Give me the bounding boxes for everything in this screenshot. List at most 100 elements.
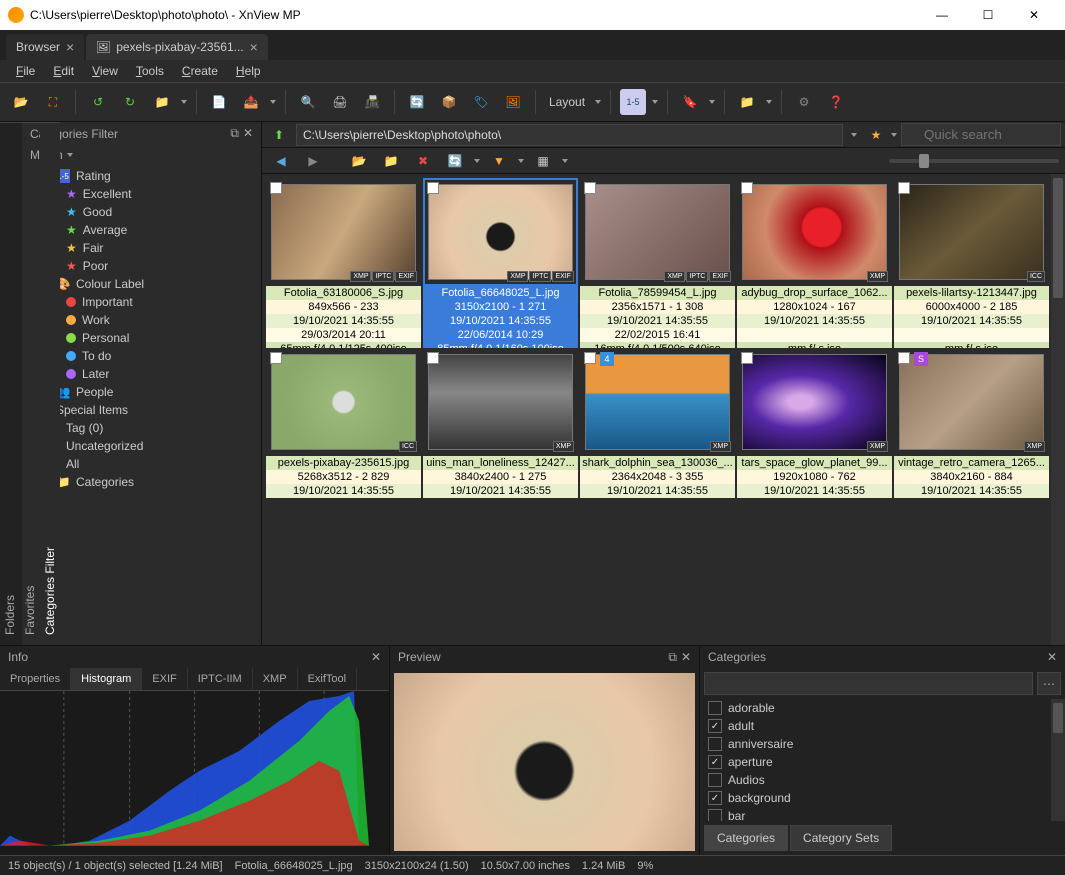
rotate-cw-button[interactable]: ↻ <box>117 89 143 115</box>
thumb-checkbox[interactable] <box>741 182 753 194</box>
binoculars-icon[interactable]: 🔍 <box>295 89 321 115</box>
zoom-slider[interactable] <box>889 159 1059 163</box>
help-button[interactable]: ❓ <box>823 89 849 115</box>
category-item[interactable]: Audios <box>704 771 1061 789</box>
layout-label[interactable]: Layout <box>545 95 589 109</box>
thumb-checkbox[interactable] <box>898 182 910 194</box>
thumbnail-card[interactable]: 4XMPshark_dolphin_sea_130036_...2364x204… <box>580 348 735 498</box>
category-checkbox[interactable] <box>708 773 722 787</box>
category-item[interactable]: adorable <box>704 699 1061 717</box>
chevron-down-icon[interactable] <box>270 100 276 104</box>
thumb-checkbox[interactable] <box>427 352 439 364</box>
folder-button[interactable]: 📁 <box>734 89 760 115</box>
chevron-down-icon[interactable] <box>709 100 715 104</box>
category-search[interactable] <box>704 672 1033 695</box>
search-input[interactable] <box>901 123 1061 146</box>
category-checkbox[interactable]: ✓ <box>708 755 722 769</box>
category-item[interactable]: bar <box>704 807 1061 821</box>
folder-new-button[interactable]: 📁 <box>378 148 404 174</box>
image-button[interactable]: 🖼 <box>500 89 526 115</box>
thumbnail-image[interactable] <box>428 354 573 450</box>
list-button[interactable]: 1-5 <box>620 89 646 115</box>
more-button[interactable]: ⋯ <box>1037 672 1061 695</box>
chevron-down-icon[interactable] <box>891 133 897 137</box>
rail-categories-filter[interactable]: Categories Filter <box>40 122 60 645</box>
path-input[interactable] <box>296 124 843 146</box>
thumbnail-image[interactable] <box>428 184 573 280</box>
thumbnail-card[interactable]: XMPIPTCEXIFFotolia_66648025_L.jpg3150x21… <box>423 178 578 356</box>
menu-tools[interactable]: Tools <box>128 62 172 80</box>
thumbnail-card[interactable]: XMPIPTCEXIFFotolia_78599454_L.jpg2356x15… <box>580 178 735 356</box>
chevron-down-icon[interactable] <box>595 100 601 104</box>
thumbnail-image[interactable] <box>585 184 730 280</box>
thumbnail-image[interactable] <box>899 184 1044 280</box>
menu-create[interactable]: Create <box>174 62 226 80</box>
chevron-down-icon[interactable] <box>562 159 568 163</box>
bookmark-button[interactable]: 🔖 <box>677 89 703 115</box>
category-item[interactable]: anniversaire <box>704 735 1061 753</box>
category-item[interactable]: ✓aperture <box>704 753 1061 771</box>
favorite-button[interactable]: ★ <box>865 124 887 146</box>
copy-button[interactable]: 📄 <box>206 89 232 115</box>
close-icon[interactable]: ✕ <box>371 650 381 664</box>
delete-button[interactable]: ✖ <box>410 148 436 174</box>
thumbnail-card[interactable]: XMPadybug_drop_surface_1062...1280x1024 … <box>737 178 892 356</box>
chevron-down-icon[interactable] <box>766 100 772 104</box>
preview-image[interactable] <box>394 673 695 851</box>
dock-icon[interactable]: ⧉ <box>230 126 239 141</box>
thumb-checkbox[interactable] <box>741 352 753 364</box>
convert-button[interactable]: 🔄 <box>404 89 430 115</box>
thumbnail-card[interactable]: ICCpexels-lilartsy-1213447.jpg6000x4000 … <box>894 178 1049 356</box>
open-button[interactable]: 📂 <box>8 89 34 115</box>
close-icon[interactable]: ✕ <box>1047 650 1057 664</box>
menu-view[interactable]: View <box>84 62 126 80</box>
scrollbar[interactable] <box>1051 174 1065 645</box>
minimize-button[interactable]: — <box>919 0 965 30</box>
thumbnail-image[interactable] <box>742 354 887 450</box>
tab-category-sets[interactable]: Category Sets <box>790 825 892 851</box>
maximize-button[interactable]: ☐ <box>965 0 1011 30</box>
category-checkbox[interactable]: ✓ <box>708 791 722 805</box>
menu-file[interactable]: File <box>8 62 43 80</box>
tab-exif[interactable]: EXIF <box>142 668 187 690</box>
rail-favorites[interactable]: Favorites <box>20 122 40 645</box>
tab-xmp[interactable]: XMP <box>253 668 298 690</box>
category-checkbox[interactable] <box>708 701 722 715</box>
chevron-down-icon[interactable] <box>181 100 187 104</box>
folder-open-button[interactable]: 📂 <box>346 148 372 174</box>
scrollbar[interactable] <box>1051 699 1065 821</box>
chevron-down-icon[interactable] <box>518 159 524 163</box>
rotate-ccw-button[interactable]: ↺ <box>85 89 111 115</box>
tab-categories[interactable]: Categories <box>704 825 788 851</box>
category-checkbox[interactable] <box>708 809 722 821</box>
tab-file[interactable]: 🖼 pexels-pixabay-23561... × <box>86 34 268 60</box>
dock-icon[interactable]: ⧉ <box>668 650 677 665</box>
tab-histogram[interactable]: Histogram <box>71 668 142 690</box>
close-icon[interactable]: × <box>66 39 74 55</box>
thumbnail-image[interactable] <box>585 354 730 450</box>
thumbnail-card[interactable]: XMPuins_man_loneliness_12427...3840x2400… <box>423 348 578 498</box>
tab-iptc[interactable]: IPTC-IIM <box>188 668 253 690</box>
close-icon[interactable]: × <box>250 39 258 55</box>
chevron-down-icon[interactable] <box>474 159 480 163</box>
category-item[interactable]: ✓adult <box>704 717 1061 735</box>
thumb-checkbox[interactable] <box>270 352 282 364</box>
thumbnail-image[interactable] <box>271 184 416 280</box>
chevron-down-icon[interactable] <box>851 133 857 137</box>
back-button[interactable]: ◀ <box>268 148 294 174</box>
tab-properties[interactable]: Properties <box>0 668 71 690</box>
up-button[interactable]: ⬆ <box>266 122 292 148</box>
thumbnail-card[interactable]: XMPtars_space_glow_planet_99...1920x1080… <box>737 348 892 498</box>
thumbnail-image[interactable] <box>271 354 416 450</box>
thumb-checkbox[interactable] <box>584 182 596 194</box>
thumbnails-area[interactable]: XMPIPTCEXIFFotolia_63180006_S.jpg849x566… <box>262 174 1065 645</box>
view-mode-button[interactable]: ▦ <box>530 148 556 174</box>
close-icon[interactable]: ✕ <box>243 126 253 141</box>
menu-edit[interactable]: Edit <box>45 62 82 80</box>
close-icon[interactable]: ✕ <box>681 650 691 665</box>
folder-up-button[interactable]: 📁 <box>149 89 175 115</box>
chevron-down-icon[interactable] <box>652 100 658 104</box>
batch-button[interactable]: 📦 <box>436 89 462 115</box>
fullscreen-button[interactable]: ⛶ <box>40 89 66 115</box>
thumbnail-card[interactable]: SXMPvintage_retro_camera_1265...3840x216… <box>894 348 1049 498</box>
